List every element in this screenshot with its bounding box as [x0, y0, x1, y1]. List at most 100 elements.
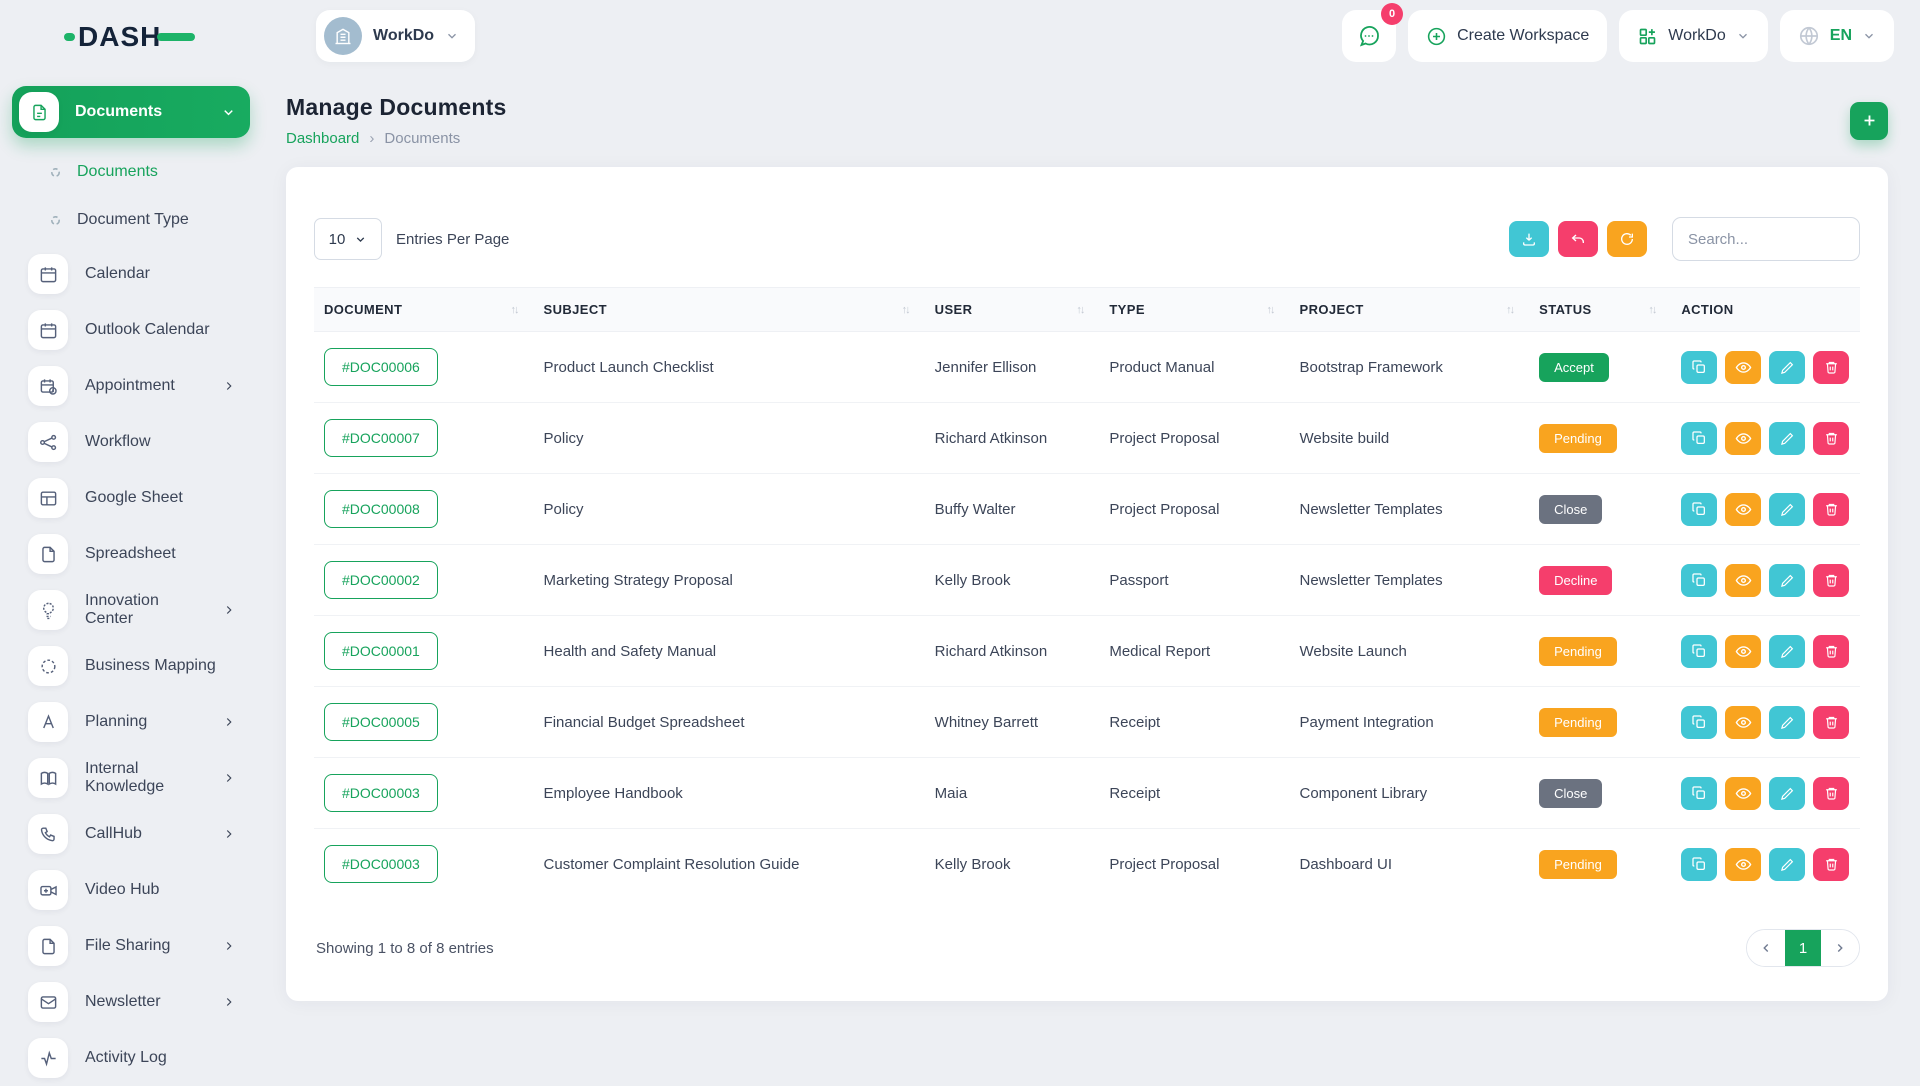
- edit-button[interactable]: [1769, 351, 1805, 384]
- sidebar-item-innovation-center[interactable]: Innovation Center: [12, 582, 250, 638]
- table-row: #DOC00001Health and Safety ManualRichard…: [314, 616, 1860, 687]
- export-button[interactable]: [1509, 221, 1549, 257]
- copy-button[interactable]: [1681, 848, 1717, 881]
- page-number-button[interactable]: 1: [1785, 930, 1821, 966]
- copy-button[interactable]: [1681, 777, 1717, 810]
- table-row: #DOC00006Product Launch ChecklistJennife…: [314, 332, 1860, 403]
- edit-button[interactable]: [1769, 706, 1805, 739]
- edit-button[interactable]: [1769, 564, 1805, 597]
- status-badge: Accept: [1539, 353, 1609, 382]
- breadcrumb-dashboard-link[interactable]: Dashboard: [286, 130, 359, 147]
- delete-button[interactable]: [1813, 848, 1849, 881]
- sidebar-item-outlook-calendar[interactable]: Outlook Calendar: [12, 302, 250, 358]
- workdo-menu-button[interactable]: WorkDo: [1619, 10, 1768, 62]
- entries-per-page-select[interactable]: 10: [314, 218, 382, 260]
- delete-button[interactable]: [1813, 422, 1849, 455]
- sidebar-item-appointment[interactable]: Appointment: [12, 358, 250, 414]
- document-id-button[interactable]: #DOC00005: [324, 703, 438, 741]
- sidebar-item-google-sheet[interactable]: Google Sheet: [12, 470, 250, 526]
- view-button[interactable]: [1725, 635, 1761, 668]
- copy-button[interactable]: [1681, 493, 1717, 526]
- sort-icon: ↑↓: [511, 304, 524, 316]
- language-selector[interactable]: EN: [1780, 10, 1894, 62]
- sidebar-item-documents[interactable]: Documents: [12, 86, 250, 138]
- sidebar-item-activity-log[interactable]: Activity Log: [12, 1030, 250, 1086]
- view-button[interactable]: [1725, 706, 1761, 739]
- delete-button[interactable]: [1813, 351, 1849, 384]
- edit-button[interactable]: [1769, 777, 1805, 810]
- previous-page-button[interactable]: [1747, 930, 1785, 966]
- refresh-button[interactable]: [1607, 221, 1647, 257]
- column-header-document[interactable]: DOCUMENT↑↓: [314, 288, 534, 332]
- sidebar-item-newsletter[interactable]: Newsletter: [12, 974, 250, 1030]
- topbar-actions: 0 Create Workspace WorkDo EN: [1342, 10, 1894, 62]
- sidebar-subitem-document-type[interactable]: Document Type: [12, 196, 250, 244]
- document-id-button[interactable]: #DOC00002: [324, 561, 438, 599]
- view-button[interactable]: [1725, 777, 1761, 810]
- view-button[interactable]: [1725, 422, 1761, 455]
- sidebar-item-callhub[interactable]: CallHub: [12, 806, 250, 862]
- edit-button[interactable]: [1769, 493, 1805, 526]
- copy-button[interactable]: [1681, 706, 1717, 739]
- add-document-button[interactable]: [1850, 102, 1888, 140]
- view-button[interactable]: [1725, 493, 1761, 526]
- chat-icon: [1357, 24, 1381, 48]
- delete-button[interactable]: [1813, 493, 1849, 526]
- sidebar-item-label: Innovation Center: [85, 592, 205, 628]
- column-header-subject[interactable]: SUBJECT↑↓: [534, 288, 925, 332]
- subject-cell: Customer Complaint Resolution Guide: [534, 829, 925, 900]
- next-page-button[interactable]: [1821, 930, 1859, 966]
- sidebar-item-planning[interactable]: Planning: [12, 694, 250, 750]
- sidebar-item-file-sharing[interactable]: File Sharing: [12, 918, 250, 974]
- edit-button[interactable]: [1769, 635, 1805, 668]
- sidebar-subitem-documents[interactable]: Documents: [12, 148, 250, 196]
- sidebar-item-internal-knowledge[interactable]: Internal Knowledge: [12, 750, 250, 806]
- column-header-user[interactable]: USER↑↓: [925, 288, 1100, 332]
- file-icon: [28, 534, 68, 574]
- delete-button[interactable]: [1813, 706, 1849, 739]
- brand-logo[interactable]: DASH: [64, 16, 214, 56]
- document-id-button[interactable]: #DOC00003: [324, 845, 438, 883]
- view-button[interactable]: [1725, 564, 1761, 597]
- column-header-type[interactable]: TYPE↑↓: [1099, 288, 1289, 332]
- view-button[interactable]: [1725, 351, 1761, 384]
- sidebar-item-video-hub[interactable]: Video Hub: [12, 862, 250, 918]
- document-id-button[interactable]: #DOC00003: [324, 774, 438, 812]
- copy-button[interactable]: [1681, 422, 1717, 455]
- sidebar-item-calendar[interactable]: Calendar: [12, 246, 250, 302]
- copy-button[interactable]: [1681, 564, 1717, 597]
- delete-button[interactable]: [1813, 635, 1849, 668]
- svg-text:DASH: DASH: [78, 21, 161, 52]
- sidebar-item-business-mapping[interactable]: Business Mapping: [12, 638, 250, 694]
- document-id-button[interactable]: #DOC00007: [324, 419, 438, 457]
- eye-icon: [1735, 359, 1752, 376]
- table-row: #DOC00005Financial Budget SpreadsheetWhi…: [314, 687, 1860, 758]
- type-cell: Project Proposal: [1099, 474, 1289, 545]
- sidebar-item-spreadsheet[interactable]: Spreadsheet: [12, 526, 250, 582]
- workflow-icon: [28, 422, 68, 462]
- view-button[interactable]: [1725, 848, 1761, 881]
- delete-button[interactable]: [1813, 777, 1849, 810]
- sidebar-item-workflow[interactable]: Workflow: [12, 414, 250, 470]
- column-header-status[interactable]: STATUS↑↓: [1529, 288, 1671, 332]
- document-id-button[interactable]: #DOC00006: [324, 348, 438, 386]
- workspace-selector[interactable]: WorkDo: [316, 10, 475, 62]
- chevron-right-icon: [222, 379, 236, 393]
- column-header-project[interactable]: PROJECT↑↓: [1290, 288, 1530, 332]
- delete-button[interactable]: [1813, 564, 1849, 597]
- eye-icon: [1735, 714, 1752, 731]
- document-id-button[interactable]: #DOC00008: [324, 490, 438, 528]
- project-cell: Bootstrap Framework: [1290, 332, 1530, 403]
- page-title: Manage Documents: [286, 94, 506, 121]
- sidebar-item-label: Appointment: [85, 377, 205, 395]
- create-workspace-button[interactable]: Create Workspace: [1408, 10, 1607, 62]
- edit-button[interactable]: [1769, 422, 1805, 455]
- document-id-button[interactable]: #DOC00001: [324, 632, 438, 670]
- copy-button[interactable]: [1681, 351, 1717, 384]
- pencil-icon: [1780, 360, 1795, 375]
- edit-button[interactable]: [1769, 848, 1805, 881]
- search-input[interactable]: [1672, 217, 1860, 261]
- copy-button[interactable]: [1681, 635, 1717, 668]
- reset-button[interactable]: [1558, 221, 1598, 257]
- messages-button[interactable]: 0: [1342, 10, 1396, 62]
